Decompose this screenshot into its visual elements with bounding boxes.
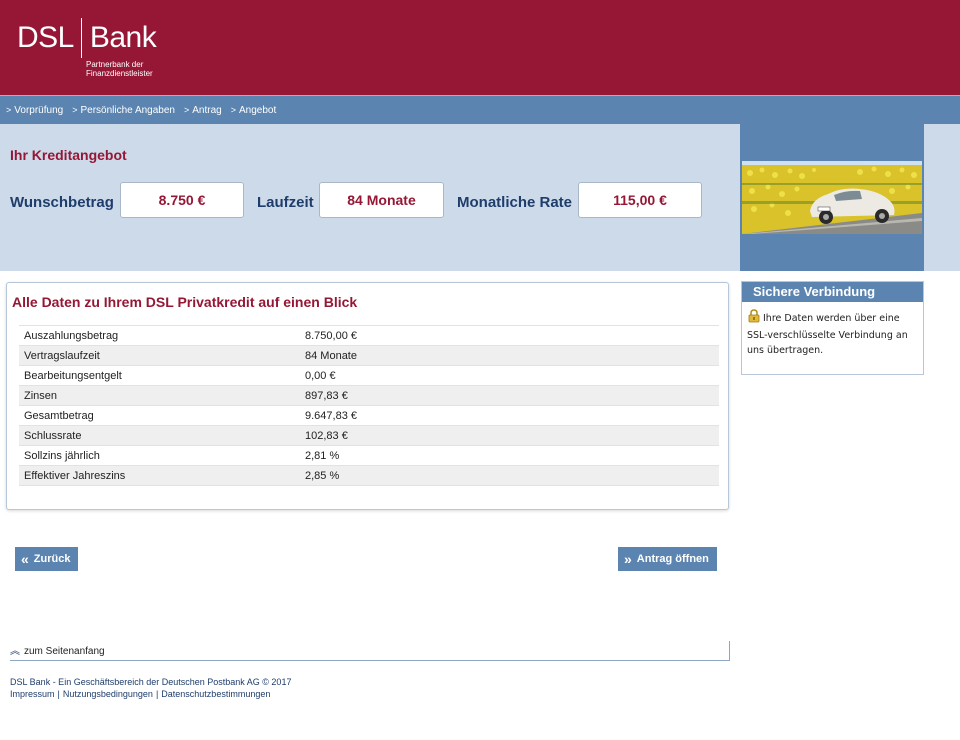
logo-tagline-line2: Finanzdienstleister <box>86 69 153 78</box>
secure-connection-box: Sichere Verbindung Ihre Daten werden übe… <box>741 281 924 375</box>
double-chevron-up-icon: ︽ <box>10 646 20 657</box>
offer-title: Ihr Kreditangebot <box>10 147 127 163</box>
row-label: Auszahlungsbetrag <box>19 325 301 346</box>
row-value: 9.647,83 € <box>301 405 719 426</box>
credit-details-table: Auszahlungsbetrag 8.750,00 € Vertragslauf… <box>19 325 719 486</box>
table-row: Vertragslaufzeit 84 Monate <box>19 345 719 366</box>
promo-photo-frame <box>740 124 924 271</box>
wunschbetrag-value: 8.750 € <box>120 182 244 218</box>
chevron-right-icon: > <box>72 104 78 115</box>
row-value: 84 Monate <box>301 345 719 366</box>
logo-text-dsl: DSL <box>17 21 74 54</box>
double-chevron-left-icon: « <box>21 551 29 567</box>
table-row: Auszahlungsbetrag 8.750,00 € <box>19 325 719 346</box>
row-value: 8.750,00 € <box>301 325 719 346</box>
wunschbetrag-label: Wunschbetrag <box>10 194 114 211</box>
laufzeit-label: Laufzeit <box>257 194 314 211</box>
table-row: Effektiver Jahreszins 2,85 % <box>19 465 719 486</box>
table-row: Zinsen 897,83 € <box>19 385 719 406</box>
logo-text-bank: Bank <box>89 21 157 54</box>
credit-details-panel: Alle Daten zu Ihrem DSL Privatkredit auf… <box>6 282 729 510</box>
double-chevron-right-icon: » <box>624 551 632 567</box>
laufzeit-value: 84 Monate <box>319 182 444 218</box>
nav-item-persoenliche-angaben[interactable]: > Persönliche Angaben <box>72 105 175 116</box>
open-application-button[interactable]: » Antrag öffnen <box>618 547 717 571</box>
nav-item-antrag[interactable]: > Antrag <box>184 105 222 116</box>
row-value: 2,81 % <box>301 445 719 466</box>
secure-connection-title: Sichere Verbindung <box>742 282 923 302</box>
side-right-strip <box>924 124 960 271</box>
row-label: Bearbeitungsentgelt <box>19 365 301 386</box>
chevron-right-icon: > <box>6 104 12 115</box>
credit-details-title: Alle Daten zu Ihrem DSL Privatkredit auf… <box>12 294 358 310</box>
secure-connection-text: Ihre Daten werden über eine SSL-verschlü… <box>747 313 908 356</box>
table-row: Gesamtbetrag 9.647,83 € <box>19 405 719 426</box>
table-row: Bearbeitungsentgelt 0,00 € <box>19 365 719 386</box>
back-to-top-link[interactable]: ︽ zum Seitenanfang <box>10 642 105 657</box>
impressum-link[interactable]: Impressum <box>10 689 55 699</box>
nav-item-angebot[interactable]: > Angebot <box>231 105 277 116</box>
nutzungsbedingungen-link[interactable]: Nutzungsbedingungen <box>63 689 153 699</box>
car-in-rapeseed-field-photo <box>742 161 922 234</box>
row-value: 0,00 € <box>301 365 719 386</box>
chevron-right-icon: > <box>184 104 190 115</box>
logo-tagline: Partnerbank der Finanzdienstleister <box>86 60 153 78</box>
offer-summary: Ihr Kreditangebot Wunschbetrag 8.750 € L… <box>0 124 740 271</box>
row-label: Vertragslaufzeit <box>19 345 301 366</box>
copyright-text: DSL Bank - Ein Geschäftsbereich der Deut… <box>10 677 292 687</box>
back-button[interactable]: « Zurück <box>15 547 79 571</box>
row-label: Effektiver Jahreszins <box>19 465 301 486</box>
row-value: 2,85 % <box>301 465 719 486</box>
row-label: Zinsen <box>19 385 301 406</box>
footer-divider <box>10 660 730 661</box>
lock-icon <box>747 309 761 328</box>
step-navigation: > Vorprüfung > Persönliche Angaben > Antrag… <box>0 95 960 124</box>
datenschutz-link[interactable]: Datenschutzbestimmungen <box>161 689 270 699</box>
nav-item-vorpruefung[interactable]: > Vorprüfung <box>6 105 63 116</box>
row-label: Sollzins jährlich <box>19 445 301 466</box>
site-header: DSL Bank Partnerbank der Finanzdienstlei… <box>0 0 960 95</box>
footer-links: Impressum | Nutzungsbedingungen | Datenschut… <box>10 689 271 699</box>
row-value: 897,83 € <box>301 385 719 406</box>
logo-divider <box>80 18 82 58</box>
dsl-bank-logo[interactable]: DSL Bank Partnerbank der Finanzdienstlei… <box>17 18 157 78</box>
row-value: 102,83 € <box>301 425 719 446</box>
table-row: Schlussrate 102,83 € <box>19 425 719 446</box>
logo-tagline-line1: Partnerbank der <box>86 60 144 69</box>
chevron-right-icon: > <box>230 104 236 115</box>
monatliche-rate-label: Monatliche Rate <box>457 194 573 211</box>
monatliche-rate-value: 115,00 € <box>578 182 702 218</box>
footer-divider-vertical <box>729 641 730 661</box>
row-label: Schlussrate <box>19 425 301 446</box>
table-row: Sollzins jährlich 2,81 % <box>19 445 719 466</box>
row-label: Gesamtbetrag <box>19 405 301 426</box>
